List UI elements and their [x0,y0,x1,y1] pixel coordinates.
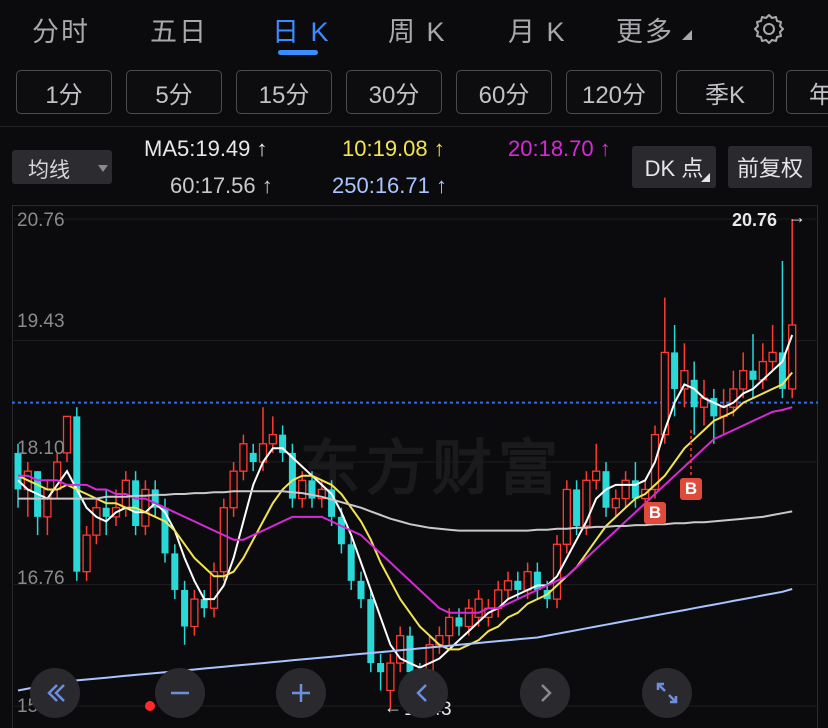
scroll-prev-button[interactable] [398,668,448,718]
expand-icon [656,682,678,704]
candlestick[interactable] [209,562,219,618]
candlestick[interactable] [151,480,159,517]
candlestick[interactable] [229,462,238,517]
candlestick[interactable] [357,571,365,609]
candlestick[interactable] [680,343,689,408]
fullscreen-button[interactable] [642,668,692,718]
candlestick[interactable] [562,480,571,554]
candlestick[interactable] [710,388,718,444]
candlestick[interactable] [171,544,179,600]
candlestick[interactable] [435,626,444,654]
buy-signal-badge[interactable]: B [680,478,702,500]
candlestick[interactable] [788,219,797,399]
candlestick[interactable] [279,425,287,463]
candlestick[interactable] [533,562,541,600]
candlestick[interactable] [82,526,91,581]
candlestick[interactable] [377,653,385,691]
zoom-out-button[interactable] [155,668,205,718]
candlestick[interactable] [690,361,698,435]
candlestick[interactable] [62,415,72,463]
candlestick[interactable] [778,261,786,399]
chevron-right-icon [541,684,552,702]
candlestick[interactable] [699,379,709,426]
buy-signal-badge[interactable]: B [644,502,666,524]
y-axis-label-top: 20.76 [17,210,65,231]
candlestick[interactable] [249,443,257,472]
kline-chart[interactable] [0,0,828,728]
candlestick[interactable] [181,580,189,645]
plus-icon [292,684,310,702]
candlestick[interactable] [132,471,140,536]
candlestick[interactable] [494,580,503,618]
candlestick[interactable] [141,480,150,536]
minus-icon [171,691,189,695]
max-price-label: 20.76 [732,210,778,230]
zoom-in-button[interactable] [276,668,326,718]
candlestick[interactable] [367,589,375,673]
candlestick[interactable] [592,443,601,490]
y-axis-label: 16.76 [17,568,65,589]
candlestick[interactable] [621,471,630,508]
candlestick[interactable] [219,498,228,581]
max-arrow-icon: → [788,207,806,227]
y-axis-label: 18.10 [17,438,65,459]
candlestick[interactable] [739,352,748,399]
scroll-left-button[interactable] [30,668,80,718]
candlestick[interactable] [288,443,296,508]
candlestick[interactable] [768,324,777,371]
notification-dot [145,701,155,711]
candlestick[interactable] [611,489,620,517]
candlestick[interactable] [503,571,513,600]
double-chevron-left-icon [47,684,65,702]
scroll-next-button[interactable] [520,668,570,718]
candlestick[interactable] [239,434,248,481]
candlestick[interactable] [92,498,101,545]
candlestick[interactable] [190,589,199,636]
y-axis-label: 19.43 [17,311,65,332]
candlestick[interactable] [719,388,728,435]
chevron-left-icon [416,684,427,702]
